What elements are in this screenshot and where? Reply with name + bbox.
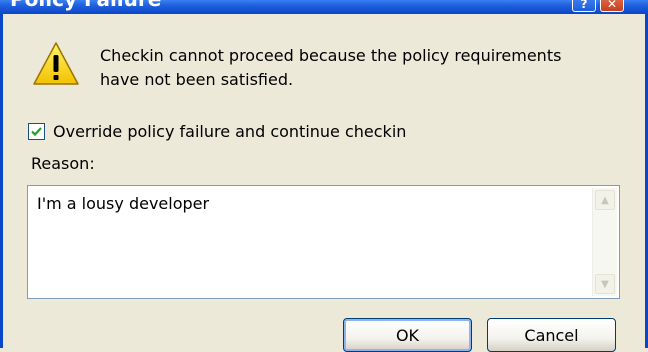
warning-icon [33,42,79,85]
override-checkbox-label[interactable]: Override policy failure and continue che… [53,122,406,141]
cancel-button[interactable]: Cancel [487,318,616,352]
override-checkbox-row[interactable]: Override policy failure and continue che… [28,119,406,143]
scroll-up-button[interactable]: ▲ [595,190,615,210]
scroll-down-button[interactable]: ▼ [595,274,615,294]
message-line-2: have not been satisfied. [100,70,294,89]
reason-label: Reason: [31,154,95,173]
close-button[interactable]: ✕ [600,0,624,12]
cancel-button-label: Cancel [524,325,579,345]
help-button[interactable]: ? [572,0,596,12]
window-frame-left [0,14,3,348]
override-checkbox[interactable] [28,122,45,140]
message-line-1: Checkin cannot proceed because the polic… [100,46,562,65]
window-title: Policy Failure [10,0,161,11]
help-icon: ? [580,0,588,11]
arrow-down-icon: ▼ [601,278,609,290]
close-icon: ✕ [606,0,618,11]
arrow-up-icon: ▲ [601,194,609,206]
reason-textarea[interactable]: I'm a lousy developer ▲ ▼ [27,185,620,299]
reason-text[interactable]: I'm a lousy developer [37,194,209,213]
policy-message: Checkin cannot proceed because the polic… [100,44,620,92]
textarea-scrollbar[interactable]: ▲ ▼ [592,188,617,296]
checkmark-icon [31,126,42,136]
ok-button[interactable]: OK [343,318,472,352]
title-bar[interactable]: Policy Failure ? ✕ [0,0,648,14]
ok-button-label: OK [395,325,420,345]
